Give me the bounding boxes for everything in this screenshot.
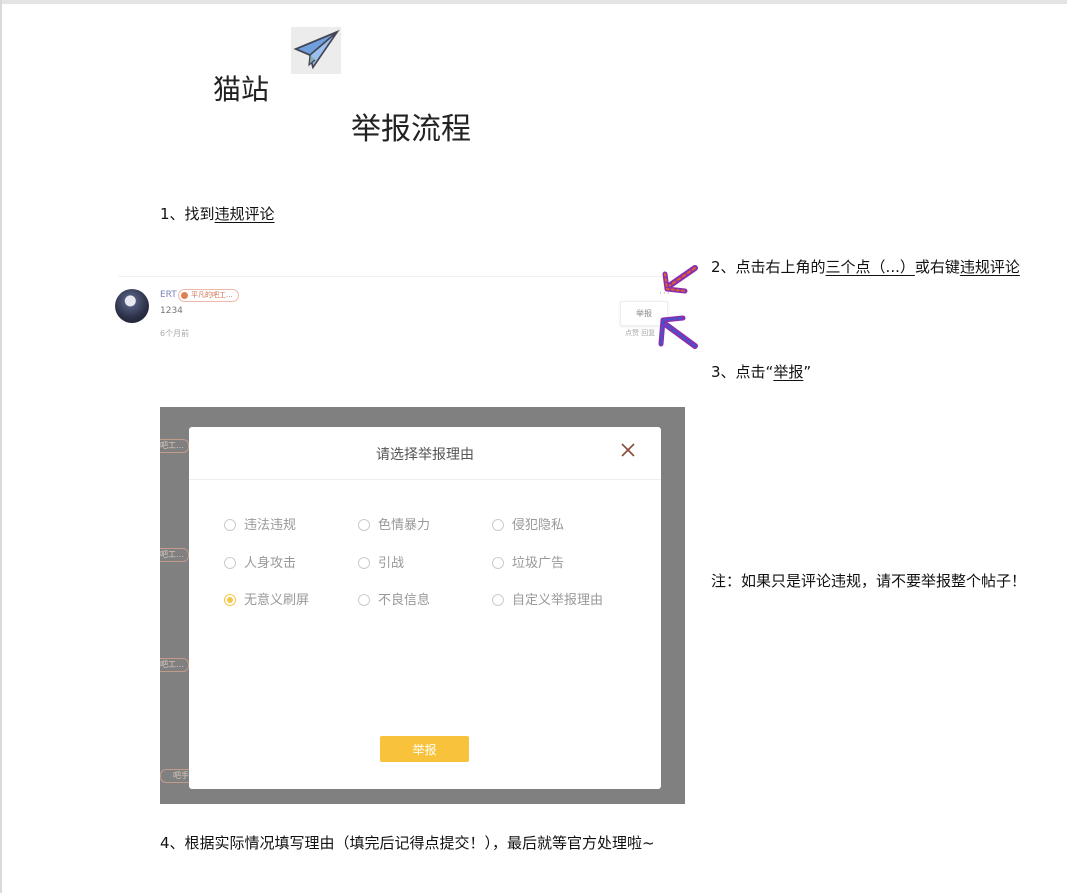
dialog-title: 请选择举报理由: [376, 447, 474, 463]
reason-option[interactable]: 垃圾广告: [492, 552, 564, 571]
step-1-text: 1、找到: [160, 205, 215, 223]
reason-label: 垃圾广告: [512, 556, 565, 571]
radio-button[interactable]: [492, 594, 504, 606]
radio-button[interactable]: [358, 557, 370, 569]
close-icon[interactable]: [619, 441, 637, 459]
step-2-link-comment[interactable]: 违规评论: [960, 258, 1020, 276]
avatar: [115, 289, 149, 323]
step-3-text: 3、点击“: [711, 363, 774, 381]
comment-username[interactable]: ERT: [160, 290, 177, 300]
step-2-text: 2、点击右上角的: [711, 258, 826, 276]
radio-button[interactable]: [358, 594, 370, 606]
step-3-suffix: ”: [803, 363, 812, 381]
reason-label: 不良信息: [378, 593, 431, 608]
step-3-link[interactable]: 举报: [773, 363, 803, 381]
reason-label: 违法违规: [244, 518, 297, 533]
comment-divider: [118, 276, 678, 277]
note: 注：如果只是评论违规，请不要举报整个帖子！: [711, 572, 1027, 590]
comment-time: 6个月前: [160, 329, 190, 338]
submit-report-button[interactable]: 举报: [380, 736, 469, 762]
radio-button-selected[interactable]: [224, 594, 236, 606]
reason-option[interactable]: 不良信息: [358, 589, 430, 608]
reason-option[interactable]: 侵犯隐私: [492, 514, 564, 533]
reason-label: 引战: [378, 556, 405, 571]
reason-option[interactable]: 无意义刷屏: [224, 589, 309, 608]
reason-option[interactable]: 违法违规: [224, 514, 296, 533]
step-3: 3、点击“举报”: [711, 361, 811, 382]
reason-option[interactable]: 人身攻击: [224, 552, 296, 571]
arrow-icon: [658, 265, 698, 349]
reason-label: 人身攻击: [244, 556, 297, 571]
step-4: 4、根据实际情况填写理由（填完后记得点提交！），最后就等官方处理啦~: [160, 834, 655, 852]
side-badge-stub: 吧工...: [160, 439, 189, 453]
dialog-divider: [189, 479, 661, 480]
top-border: [0, 0, 1067, 4]
step-2: 2、点击右上角的三个点（...）或右键违规评论: [711, 256, 1020, 277]
left-border: [0, 0, 2, 893]
user-badge: 平凡的吧工...: [178, 289, 239, 302]
radio-button[interactable]: [492, 519, 504, 531]
side-badge-stub: 吧工...: [160, 548, 189, 562]
reason-label: 无意义刷屏: [244, 593, 310, 608]
paper-plane-icon: [291, 27, 341, 74]
comment-actions: 点赞 回复: [625, 329, 656, 337]
radio-button[interactable]: [358, 519, 370, 531]
reason-label: 色情暴力: [378, 518, 431, 533]
radio-button[interactable]: [224, 519, 236, 531]
reason-label: 自定义举报理由: [512, 593, 604, 608]
report-dialog-screenshot: 吧工... 吧工... 吧工... 吧手 请选择举报理由 违法违规 色情暴力 侵…: [160, 407, 685, 804]
reason-option[interactable]: 引战: [358, 552, 404, 571]
step-1: 1、找到违规评论: [160, 203, 275, 224]
reason-label: 侵犯隐私: [512, 518, 565, 533]
radio-button[interactable]: [492, 557, 504, 569]
reason-option[interactable]: 色情暴力: [358, 514, 430, 533]
reason-option[interactable]: 自定义举报理由: [492, 589, 603, 608]
radio-button[interactable]: [224, 557, 236, 569]
side-badge-stub: 吧工...: [160, 658, 189, 672]
step-2-mid: 或右键: [914, 258, 960, 276]
comment-text: 1234: [160, 306, 183, 316]
step-1-link[interactable]: 违规评论: [215, 205, 275, 223]
page-title: 举报流程: [351, 112, 471, 147]
brand-name: 猫站: [213, 73, 270, 106]
report-dialog: 请选择举报理由 违法违规 色情暴力 侵犯隐私 人身攻击 引战 垃圾广告 无意义刷…: [189, 427, 661, 789]
step-2-link-dots[interactable]: 三个点（...）: [826, 258, 915, 276]
